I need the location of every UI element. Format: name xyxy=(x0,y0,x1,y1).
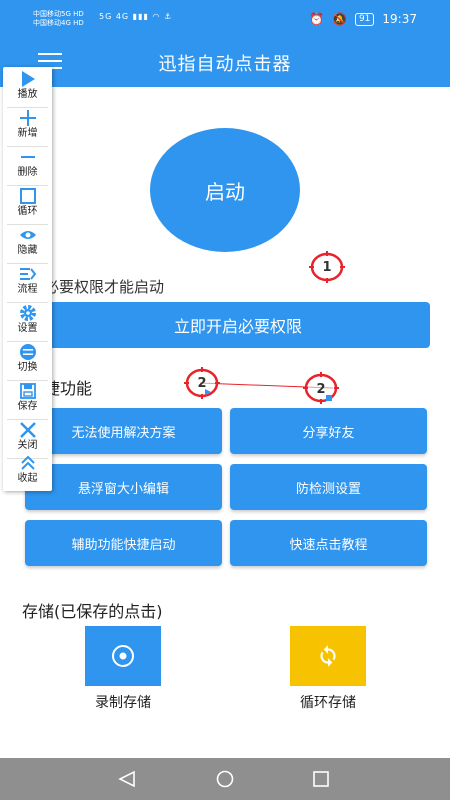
toolbar-add[interactable]: 新增 xyxy=(3,109,52,145)
sync-icon xyxy=(320,645,336,667)
marker-1-number: 1 xyxy=(322,259,332,275)
carrier-2: 中国移动4G xyxy=(33,19,71,27)
switch-icon xyxy=(19,344,36,360)
toolbar-switch-label: 切换 xyxy=(17,362,38,373)
anti-detect-button[interactable]: 防检测设置 xyxy=(230,464,427,510)
toolbar-hide-label: 隐藏 xyxy=(17,245,38,256)
record-storage-tile[interactable] xyxy=(85,626,161,686)
plus-icon xyxy=(19,110,36,126)
toolbar-close-label: 关闭 xyxy=(17,440,38,451)
record-icon xyxy=(112,645,134,667)
gear-icon xyxy=(19,305,36,321)
share-button[interactable]: 分享好友 xyxy=(230,408,427,454)
system-nav-bar xyxy=(0,758,450,800)
marker-2b-number: 2 xyxy=(316,381,326,397)
tutorial-button[interactable]: 快速点击教程 xyxy=(230,520,427,566)
toolbar-collapse-label: 收起 xyxy=(17,473,38,484)
click-marker-1[interactable]: 1 xyxy=(309,251,345,283)
carrier-1-badge: HD xyxy=(73,10,84,18)
troubleshoot-button[interactable]: 无法使用解决方案 xyxy=(25,408,222,454)
carrier-info: 中国移动5G HD 中国移动4G HD xyxy=(33,10,84,28)
toolbar-save-label: 保存 xyxy=(17,401,38,412)
storage-title: 存储(已保存的点击) xyxy=(22,602,163,621)
permission-text: 必要权限才能启动 xyxy=(44,278,165,296)
loop-storage-label: 循环存储 xyxy=(300,695,356,711)
toolbar-settings[interactable]: 设置 xyxy=(3,304,52,340)
marker-2a-number: 2 xyxy=(197,375,207,391)
minus-icon xyxy=(20,156,35,158)
mute-icon: 🔕 xyxy=(332,12,347,26)
battery-level: 91 xyxy=(354,12,375,26)
toolbar-flow-label: 流程 xyxy=(17,284,38,295)
collapse-icon xyxy=(20,455,35,470)
play-icon xyxy=(21,71,35,87)
square-icon xyxy=(19,188,36,204)
flow-icon xyxy=(19,268,36,280)
status-bar: 中国移动5G HD 中国移动4G HD 5G 4G ▮▮▮ ◠ ⚓ ⏰ 🔕 91… xyxy=(0,0,450,37)
carrier-2-badge: HD xyxy=(73,19,84,27)
close-icon xyxy=(19,422,36,438)
carrier-1: 中国移动5G xyxy=(33,10,71,18)
start-button[interactable]: 启动 xyxy=(150,128,300,252)
save-icon xyxy=(19,383,36,399)
toolbar-flow[interactable]: 流程 xyxy=(3,265,52,301)
window-size-button[interactable]: 悬浮窗大小编辑 xyxy=(25,464,222,510)
back-icon[interactable] xyxy=(117,770,137,788)
toolbar-delete[interactable]: 删除 xyxy=(3,148,52,184)
floating-toolbar: 播放 新增 删除 循环 隐藏 流程 设置 切换 保存 关闭 收起 xyxy=(3,67,52,491)
toolbar-delete-label: 删除 xyxy=(17,167,38,178)
click-marker-2-start[interactable]: 2 xyxy=(184,367,220,399)
app-bar: 迅指自动点击器 xyxy=(0,37,450,87)
toolbar-add-label: 新增 xyxy=(17,128,38,139)
click-marker-2-end[interactable]: 2 xyxy=(301,372,343,406)
clock: 19:37 xyxy=(382,12,417,26)
app-title: 迅指自动点击器 xyxy=(158,54,292,75)
alarm-icon: ⏰ xyxy=(309,12,324,26)
toolbar-play[interactable]: 播放 xyxy=(3,70,52,106)
toolbar-save[interactable]: 保存 xyxy=(3,382,52,418)
toolbar-settings-label: 设置 xyxy=(17,323,38,334)
toolbar-loop-label: 循环 xyxy=(17,206,38,217)
recent-apps-icon[interactable] xyxy=(311,770,331,788)
network-icons: 5G 4G xyxy=(99,12,130,21)
record-storage-label: 录制存储 xyxy=(95,695,151,711)
toolbar-collapse[interactable]: 收起 xyxy=(3,454,52,490)
home-icon[interactable] xyxy=(215,770,235,788)
toolbar-play-label: 播放 xyxy=(17,89,38,100)
eye-icon xyxy=(19,231,36,239)
toolbar-loop[interactable]: 循环 xyxy=(3,187,52,223)
loop-storage-tile[interactable] xyxy=(290,626,366,686)
toolbar-close[interactable]: 关闭 xyxy=(3,421,52,457)
enable-permission-button[interactable]: 立即开启必要权限 xyxy=(22,302,430,348)
accessibility-shortcut-button[interactable]: 辅助功能快捷启动 xyxy=(25,520,222,566)
signal-icon: 5G 4G ▮▮▮ ◠ ⚓ xyxy=(99,12,173,21)
toolbar-hide[interactable]: 隐藏 xyxy=(3,226,52,262)
toolbar-switch[interactable]: 切换 xyxy=(3,343,52,379)
